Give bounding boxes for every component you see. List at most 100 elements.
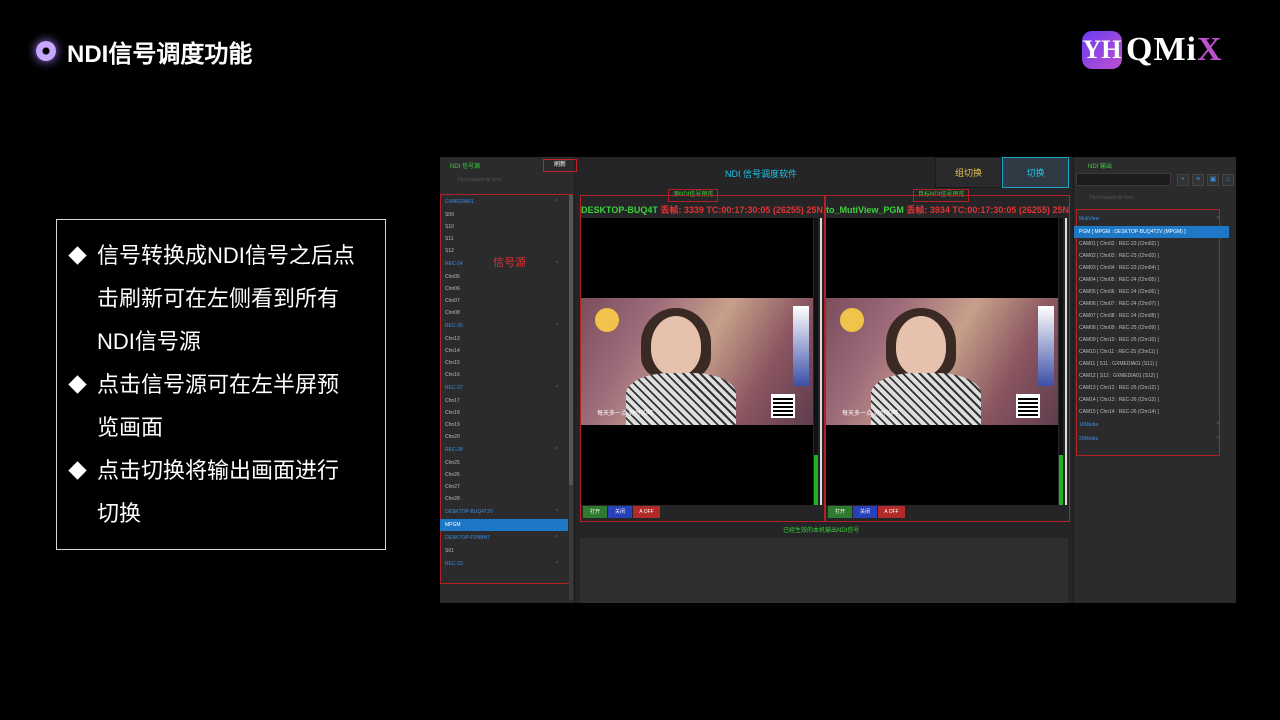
video-caption: 每天多一点·好好的呵 <box>597 411 653 417</box>
chevron-up-icon[interactable]: ^ <box>556 531 558 545</box>
group-header[interactable]: DESKTOP-BUQ4T2V ^ <box>440 505 568 519</box>
list-item[interactable]: Chn17 <box>440 395 568 407</box>
list-item[interactable]: Chn27 <box>440 481 568 493</box>
list-item[interactable]: PGM [ MPGM : DESKTOP-BUQ4T2V (MPGM) ] <box>1074 226 1229 238</box>
list-item[interactable]: Chn18 <box>440 407 568 419</box>
list-item[interactable]: CAM12 [ S12 : GXMEDIA01 (S12) ] <box>1074 370 1229 382</box>
close-button[interactable]: 关闭 <box>608 506 632 518</box>
group-header[interactable]: REC-28 ^ <box>440 443 568 457</box>
list-item[interactable]: CAM07 [ Chn08 : REC-24 (Chn08) ] <box>1074 310 1229 322</box>
group-header[interactable]: DESKTOP-P3NBH7 ^ <box>440 531 568 545</box>
source-search-input[interactable]: Find keywords here <box>444 175 569 185</box>
diamond-icon <box>68 461 87 480</box>
list-item[interactable]: CAM14 [ Chn13 : REC-26 (Chn13) ] <box>1074 394 1229 406</box>
list-item[interactable]: CAM06 [ Chn07 : REC-24 (Chn07) ] <box>1074 298 1229 310</box>
group-header[interactable]: REC-26 ^ <box>440 319 568 333</box>
chevron-up-icon[interactable]: ^ <box>556 505 558 519</box>
slide: NDI信号调度功能 YH QMiX 信号转换成NDI信号之后点击刷新可在左侧看到… <box>0 0 1280 720</box>
chevron-up-icon[interactable]: ^ <box>556 381 558 395</box>
list-item[interactable]: Chn13 <box>440 333 568 345</box>
bullet-item: 点击信号源可在左半屏预览画面 <box>68 363 359 449</box>
source-panel: NDI 信号源 刷新 Find keywords here GXMEDIA01 ^… <box>440 157 577 603</box>
group-header[interactable]: 10Media ^ <box>1074 418 1229 432</box>
list-item[interactable]: Chn06 <box>440 283 568 295</box>
source-panel-header: NDI 信号源 <box>450 164 481 170</box>
video-frame: 每天多一点·好好的呵 <box>581 298 813 425</box>
list-item[interactable]: CAM01 [ Chn02 : REC-23 (Chn02) ] <box>1074 238 1229 250</box>
audio-off-button[interactable]: A OFF <box>878 506 905 518</box>
list-item[interactable]: Chn19 <box>440 419 568 431</box>
list-item[interactable]: S10 <box>440 221 568 233</box>
refresh-button[interactable]: 刷新 <box>543 159 577 172</box>
source-scrollbar[interactable] <box>569 195 573 600</box>
source-video[interactable]: 每天多一点·好好的呵 <box>581 218 813 505</box>
target-video[interactable]: 每天多一点·好好的呵 <box>826 218 1058 505</box>
list-item[interactable]: Chn28 <box>440 493 568 505</box>
audio-off-button[interactable]: A OFF <box>633 506 660 518</box>
group-header[interactable]: REC-23 ^ <box>440 557 568 571</box>
bullet-item: 信号转换成NDI信号之后点击刷新可在左侧看到所有NDI信号源 <box>68 234 359 363</box>
source-preview: DESKTOP-BUQ4T 丢帧: 3339 TC:00:17:30:05 (2… <box>580 195 825 522</box>
group-header[interactable]: 20Media ^ <box>1074 432 1229 446</box>
list-item[interactable]: Chn14 <box>440 345 568 357</box>
bullet-box: 信号转换成NDI信号之后点击刷新可在左侧看到所有NDI信号源 点击信号源可在左半… <box>56 219 386 550</box>
output-panel: NDI 输出 + ≡ ▣ ⌂ Find keywords here MutiVi… <box>1073 157 1236 603</box>
side-banner <box>1038 306 1054 386</box>
edit-icon[interactable]: ≡ <box>1192 174 1204 186</box>
chevron-up-icon[interactable]: ^ <box>556 257 558 271</box>
list-item[interactable]: CAM05 [ Chn06 : REC-24 (Chn06) ] <box>1074 286 1229 298</box>
chevron-up-icon[interactable]: ^ <box>1217 432 1219 446</box>
audio-meter <box>814 218 818 505</box>
list-item[interactable]: CAM10 [ Chn11 : REC-25 (Chn11) ] <box>1074 346 1229 358</box>
group-switch-button[interactable]: 组切换 <box>935 157 1002 188</box>
group-header[interactable]: GXMEDIA01 ^ <box>440 195 568 209</box>
output-label: 已经生效的本机输出NDI信号 <box>783 528 860 534</box>
list-item[interactable]: CAM09 [ Chn10 : REC-25 (Chn10) ] <box>1074 334 1229 346</box>
target-status-bar: to_MutiView_PGM 丢帧: 3934 TC:00:17:30:05 … <box>826 205 1069 215</box>
output-panel-header: NDI 输出 <box>1088 164 1113 170</box>
list-item[interactable]: Chn15 <box>440 357 568 369</box>
save-icon[interactable]: ▣ <box>1207 174 1219 186</box>
list-item[interactable]: CAM13 [ Chn12 : REC-25 (Chn12) ] <box>1074 382 1229 394</box>
list-item[interactable]: S01 <box>440 545 568 557</box>
logo-name: QMiX <box>1126 31 1223 68</box>
open-button[interactable]: 打开 <box>828 506 852 518</box>
list-item[interactable]: Chn26 <box>440 469 568 481</box>
add-icon[interactable]: + <box>1177 174 1189 186</box>
list-item[interactable]: CAM02 [ Chn03 : REC-23 (Chn03) ] <box>1074 250 1229 262</box>
output-search-input[interactable]: Find keywords here <box>1080 195 1134 201</box>
list-item[interactable]: CAM11 [ S11 : GXMEDIA01 (S11) ] <box>1074 358 1229 370</box>
list-item[interactable]: CAM03 [ Chn04 : REC-23 (Chn04) ] <box>1074 262 1229 274</box>
chevron-up-icon[interactable]: ^ <box>556 443 558 457</box>
list-item[interactable]: Chn08 <box>440 307 568 319</box>
chevron-up-icon[interactable]: ^ <box>556 195 558 209</box>
channel-logo <box>840 308 864 332</box>
list-item[interactable]: S09 <box>440 209 568 221</box>
switch-button[interactable]: 切换 <box>1002 157 1069 188</box>
list-item[interactable]: MPGM <box>440 519 568 531</box>
list-item[interactable]: Chn05 <box>440 271 568 283</box>
diamond-icon <box>68 246 87 265</box>
chevron-up-icon[interactable]: ^ <box>1217 212 1219 226</box>
list-item[interactable]: Chn16 <box>440 369 568 381</box>
delete-icon[interactable]: ⌂ <box>1222 174 1234 186</box>
video-caption: 每天多一点·好好的呵 <box>842 411 898 417</box>
list-item[interactable]: Chn25 <box>440 457 568 469</box>
list-item[interactable]: Chn07 <box>440 295 568 307</box>
list-item[interactable]: CAM08 [ Chn09 : REC-25 (Chn09) ] <box>1074 322 1229 334</box>
list-item[interactable]: CAM15 [ Chn14 : REC-26 (Chn14) ] <box>1074 406 1229 418</box>
video-frame: 每天多一点·好好的呵 <box>826 298 1058 425</box>
list-item[interactable]: S11 <box>440 233 568 245</box>
open-button[interactable]: 打开 <box>583 506 607 518</box>
output-tree: MutiView ^ PGM [ MPGM : DESKTOP-BUQ4T2V (M… <box>1074 212 1229 446</box>
chevron-up-icon[interactable]: ^ <box>556 557 558 571</box>
group-header[interactable]: MutiView ^ <box>1074 212 1229 226</box>
chevron-up-icon[interactable]: ^ <box>556 319 558 333</box>
close-button[interactable]: 关闭 <box>853 506 877 518</box>
group-header[interactable]: REC-27 ^ <box>440 381 568 395</box>
app-title: NDI 信号调度软件 <box>725 169 798 179</box>
chevron-up-icon[interactable]: ^ <box>1217 418 1219 432</box>
list-item[interactable]: CAM04 [ Chn05 : REC-24 (Chn05) ] <box>1074 274 1229 286</box>
output-name-input[interactable] <box>1076 173 1171 186</box>
list-item[interactable]: Chn20 <box>440 431 568 443</box>
